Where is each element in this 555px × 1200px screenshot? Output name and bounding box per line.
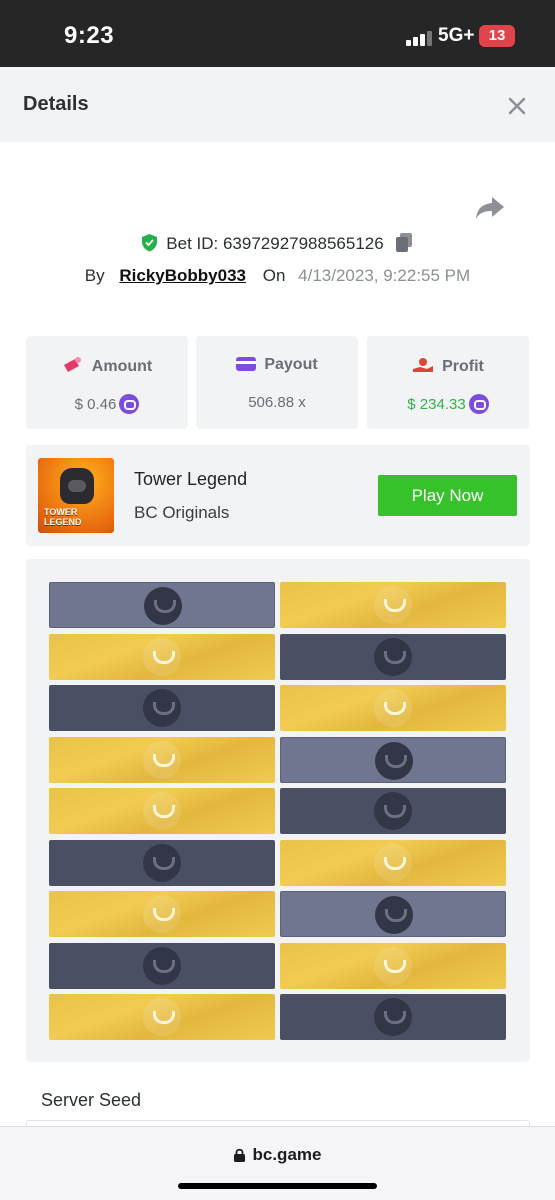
bc-logo-icon [374, 946, 412, 985]
bc-logo-icon [375, 896, 413, 934]
bc-logo-icon [374, 689, 412, 727]
amount-value: $ 0.46 [74, 396, 117, 413]
game-provider: BC Originals [134, 503, 230, 522]
profit-label: Profit [442, 358, 484, 375]
tower-tile-dark [49, 839, 275, 886]
amount-icon [63, 357, 81, 372]
tower-tile-gold [49, 788, 275, 834]
browser-bar: bc.game [0, 1126, 555, 1200]
bc-logo-icon [143, 689, 181, 727]
tower-tile-gold [49, 633, 275, 680]
by-label: By [84, 266, 105, 285]
tower-tile-gold [280, 685, 506, 731]
profit-card: Profit $ 234.33 [367, 336, 529, 429]
bc-logo-icon [374, 843, 412, 882]
tower-tile-dark [280, 994, 506, 1040]
bc-logo-icon [143, 792, 181, 830]
verified-shield-icon [142, 234, 158, 252]
network-type: 5G+ [438, 25, 475, 46]
bc-logo-icon [374, 792, 412, 830]
tower-tile-grey [280, 891, 506, 937]
username-link[interactable]: RickyBobby033 [119, 266, 246, 285]
copy-icon[interactable] [394, 232, 414, 253]
bc-logo-icon [143, 946, 181, 985]
bet-id-row: Bet ID: 63972927988565126 [0, 232, 555, 254]
gorilla-icon [60, 468, 94, 504]
bc-logo-icon [143, 895, 181, 933]
bc-logo-icon [375, 741, 413, 780]
bc-logo-icon [374, 637, 412, 676]
bc-logo-icon [143, 637, 181, 676]
game-name: Tower Legend [134, 469, 248, 489]
profit-icon [413, 358, 434, 372]
play-now-button[interactable]: Play Now [378, 475, 517, 516]
tower-tile-gold [280, 582, 506, 628]
payout-card: Payout 506.88 x [196, 336, 358, 429]
bc-logo-icon [143, 843, 181, 882]
tower-tile-dark [49, 685, 275, 731]
tower-tile-grey [280, 736, 506, 783]
lock-icon [233, 1148, 245, 1162]
battery-icon: 13 [479, 25, 515, 47]
game-card: TOWER LEGEND Tower Legend BC Originals P… [26, 445, 530, 546]
bc-logo-icon [144, 587, 182, 625]
profit-value: $ 234.33 [407, 396, 466, 413]
tower-tile-gold [280, 839, 506, 886]
bet-author-row: By RickyBobby033 On 4/13/2023, 9:22:55 P… [0, 266, 555, 286]
bc-logo-icon [143, 740, 181, 779]
amount-card: Amount $ 0.46 [26, 336, 188, 429]
signal-icon [406, 30, 434, 46]
tower-tile-gold [49, 736, 275, 783]
tower-tile-gold [49, 891, 275, 937]
tower-tile-gold [280, 942, 506, 989]
bc-logo-icon [374, 998, 412, 1036]
bc-logo-icon [374, 586, 412, 624]
payout-value: 506.88 x [248, 394, 306, 411]
status-time: 9:23 [64, 22, 115, 49]
tower-board [26, 559, 530, 1062]
server-seed-label: Server Seed [41, 1090, 142, 1110]
coin-icon [468, 394, 489, 414]
game-thumbnail-logo: TOWER LEGEND [44, 507, 82, 527]
tower-tile-gold [49, 994, 275, 1040]
bet-id: Bet ID: 63972927988565126 [166, 234, 384, 253]
home-indicator [178, 1183, 377, 1189]
status-bar: 9:23 5G+ 13 [0, 0, 555, 67]
page-title: Details [23, 93, 89, 115]
tower-tile-dark [280, 633, 506, 680]
bc-logo-icon [143, 998, 181, 1036]
tower-tile-dark [49, 942, 275, 989]
tower-tile-grey [49, 582, 275, 628]
url-bar[interactable]: bc.game [0, 1145, 555, 1165]
payout-label: Payout [264, 356, 318, 373]
details-header: Details [0, 67, 555, 142]
url-text: bc.game [252, 1145, 322, 1164]
tower-tile-dark [280, 788, 506, 834]
game-thumbnail[interactable]: TOWER LEGEND [38, 458, 114, 533]
close-icon[interactable] [505, 94, 529, 118]
coin-icon [119, 394, 140, 414]
on-label: On [262, 266, 286, 285]
share-icon[interactable] [474, 194, 506, 222]
amount-label: Amount [91, 358, 153, 375]
payout-icon [236, 357, 257, 371]
bet-date: 4/13/2023, 9:22:55 PM [298, 266, 471, 285]
